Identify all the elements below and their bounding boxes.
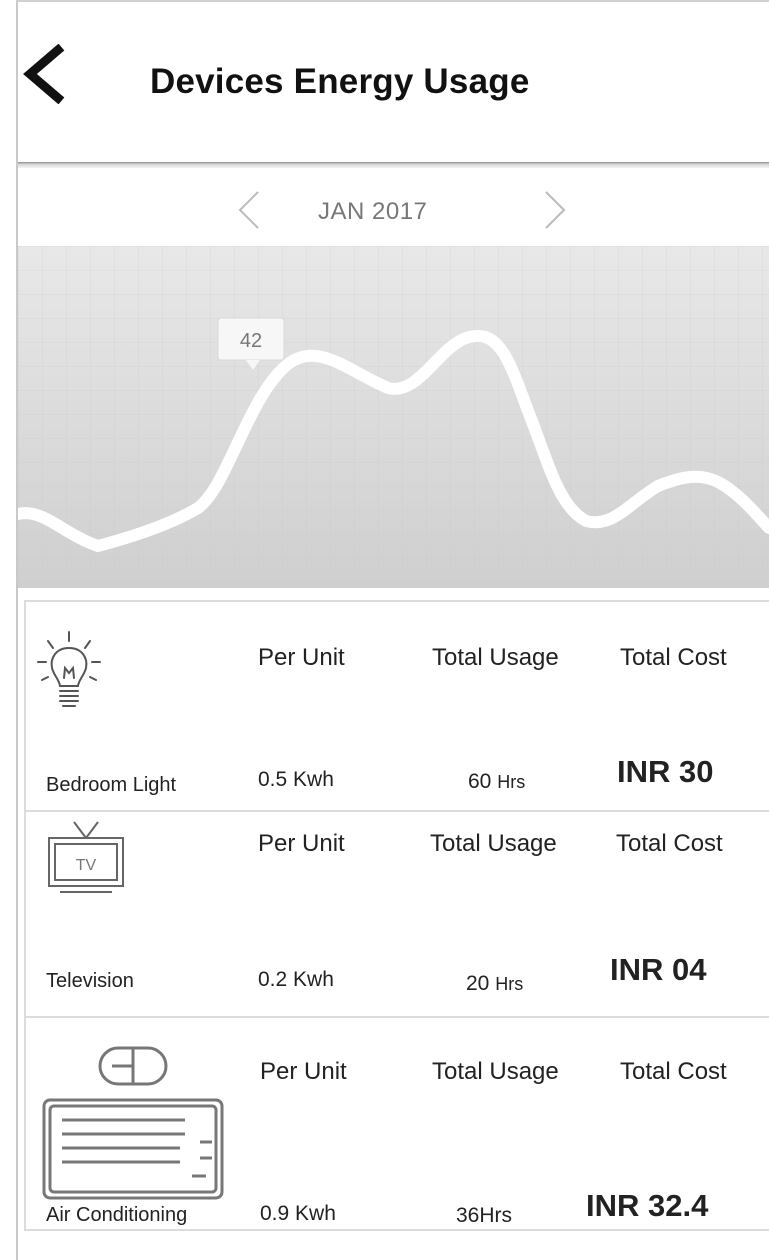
month-label: JAN 2017 [318,198,428,225]
device-row-television[interactable]: TV Per Unit Total Usage Total Cost Telev… [24,810,769,1016]
back-button[interactable] [18,43,68,105]
total-usage-value: 20 Hrs [466,972,523,996]
chevron-right-icon [545,191,566,229]
device-name: Air Conditioning [46,1204,188,1226]
chevron-left-icon [238,191,259,229]
svg-text:TV: TV [76,857,97,874]
total-cost-header: Total Cost [620,644,727,671]
total-cost-value: INR 30 [617,754,714,789]
next-month-button[interactable] [536,188,576,232]
per-unit-value: 0.5 Kwh [258,768,334,791]
chevron-left-icon [23,43,65,105]
device-name: Television [46,970,134,992]
total-cost-value: INR 32.4 [586,1188,709,1223]
per-unit-value: 0.9 Kwh [260,1202,336,1225]
device-name: Bedroom Light [46,774,177,796]
device-row-air-conditioning[interactable]: Per Unit Total Usage Total Cost Air Cond… [24,1016,769,1227]
total-cost-value: INR 04 [610,952,707,987]
svg-text:42: 42 [240,330,262,352]
previous-month-button[interactable] [228,188,268,232]
list-border [24,1229,769,1231]
usage-unit: Hrs [497,772,526,792]
per-unit-header: Per Unit [260,1058,347,1085]
month-selector: JAN 2017 [18,168,769,246]
lightbulb-icon [37,631,101,707]
usage-number: 20 [466,972,490,995]
usage-unit: Hrs [495,974,524,994]
chart-svg: 42 [18,246,769,588]
total-usage-header: Total Usage [432,1058,559,1085]
total-usage-value: 60 Hrs [468,770,525,794]
tv-icon: TV [48,821,124,893]
total-usage-header: Total Usage [432,644,559,671]
total-cost-header: Total Cost [620,1058,727,1085]
usage-number: 36Hrs [456,1204,513,1227]
energy-usage-chart: 42 [18,246,769,588]
device-list: Per Unit Total Usage Total Cost Bedroom … [24,600,769,1227]
per-unit-header: Per Unit [258,644,345,671]
per-unit-value: 0.2 Kwh [258,968,334,991]
total-cost-header: Total Cost [616,830,723,857]
per-unit-header: Per Unit [258,830,345,857]
page-title: Devices Energy Usage [150,62,530,101]
total-usage-value: 36Hrs [456,1204,512,1228]
air-conditioner-icon [42,1046,224,1200]
total-usage-header: Total Usage [430,830,557,857]
device-row-bedroom-light[interactable]: Per Unit Total Usage Total Cost Bedroom … [24,600,769,810]
usage-number: 60 [468,770,492,793]
